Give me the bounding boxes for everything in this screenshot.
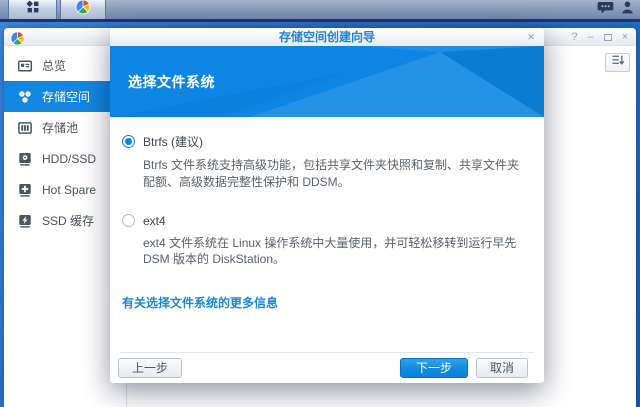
dialog-body: Btrfs (建议) Btrfs 文件系统支持高级功能，包括共享文件夹快照和复制…: [110, 117, 544, 312]
storage-manager-taskbar-button[interactable]: [60, 0, 106, 19]
chat-icon: [597, 0, 614, 20]
sidebar-item-label: Hot Spare: [42, 183, 96, 197]
overview-icon: [17, 58, 33, 74]
sidebar-item-label: 总览: [42, 57, 66, 74]
hot-spare-icon: [17, 182, 33, 198]
cancel-button[interactable]: 取消: [476, 358, 528, 378]
user-menu-button[interactable]: [616, 0, 638, 19]
volume-icon: [17, 89, 33, 105]
maximize-button[interactable]: [604, 34, 612, 41]
storage-pool-icon: [17, 120, 33, 136]
sidebar-item-volume[interactable]: 存储空间: [4, 81, 126, 112]
ext4-description: ext4 文件系统在 Linux 操作系统中大量使用，并可轻松移转到运行早先 D…: [143, 235, 528, 269]
main-menu-button[interactable]: [8, 0, 57, 19]
ext4-radio[interactable]: [122, 214, 135, 227]
dialog-titlebar: 存储空间创建向导 ×: [110, 28, 544, 46]
help-button[interactable]: ?: [571, 32, 577, 43]
btrfs-option[interactable]: Btrfs (建议): [122, 133, 528, 150]
btrfs-description: Btrfs 文件系统支持高级功能，包括共享文件夹快照和复制、共享文件夹配额、高级…: [143, 157, 528, 191]
ssd-cache-icon: [17, 213, 33, 229]
sort-descending-icon: [611, 53, 625, 72]
sidebar-item-ssd-cache[interactable]: SSD 缓存: [4, 205, 126, 236]
hdd-ssd-icon: [17, 151, 33, 167]
notifications-button[interactable]: [594, 0, 616, 19]
ext4-label: ext4: [143, 214, 166, 228]
dialog-close-button[interactable]: ×: [527, 28, 535, 46]
sidebar-item-label: SSD 缓存: [42, 212, 94, 229]
desktop: ? – × 总览: [0, 0, 640, 407]
close-button[interactable]: ×: [622, 32, 628, 43]
more-info-link[interactable]: 有关选择文件系统的更多信息: [122, 294, 278, 311]
minimize-button[interactable]: –: [587, 32, 593, 43]
sidebar-item-label: 存储池: [42, 119, 78, 136]
window-controls: ? – ×: [571, 28, 628, 46]
sidebar-item-hot-spare[interactable]: Hot Spare: [4, 174, 126, 205]
main-menu-icon: [26, 0, 40, 19]
sidebar-item-overview[interactable]: 总览: [4, 50, 126, 81]
taskbar: [0, 0, 640, 22]
sidebar-item-label: 存储空间: [42, 88, 90, 105]
btrfs-label: Btrfs (建议): [143, 133, 203, 150]
sort-button[interactable]: [605, 53, 630, 72]
dialog-footer: 上一步 下一步 取消: [110, 352, 544, 383]
volume-creation-wizard-dialog: 存储空间创建向导 × 选择文件系统 Btrfs (建议) Btrfs 文件系统支…: [110, 28, 544, 383]
btrfs-radio[interactable]: [122, 135, 135, 148]
dialog-title: 存储空间创建向导: [279, 30, 375, 44]
next-button[interactable]: 下一步: [400, 358, 468, 378]
sidebar-item-storage-pool[interactable]: 存储池: [4, 112, 126, 143]
storage-manager-icon: [75, 0, 91, 20]
sidebar: 总览 存储空间: [4, 46, 127, 407]
back-button[interactable]: 上一步: [118, 358, 182, 378]
user-icon: [620, 0, 635, 20]
footer-divider: [120, 352, 534, 353]
sidebar-item-label: HDD/SSD: [42, 152, 96, 166]
wizard-step-header: 选择文件系统: [110, 46, 544, 117]
ext4-option[interactable]: ext4: [122, 214, 528, 228]
step-heading: 选择文件系统: [128, 72, 215, 92]
sidebar-item-hdd-ssd[interactable]: HDD/SSD: [4, 143, 126, 174]
